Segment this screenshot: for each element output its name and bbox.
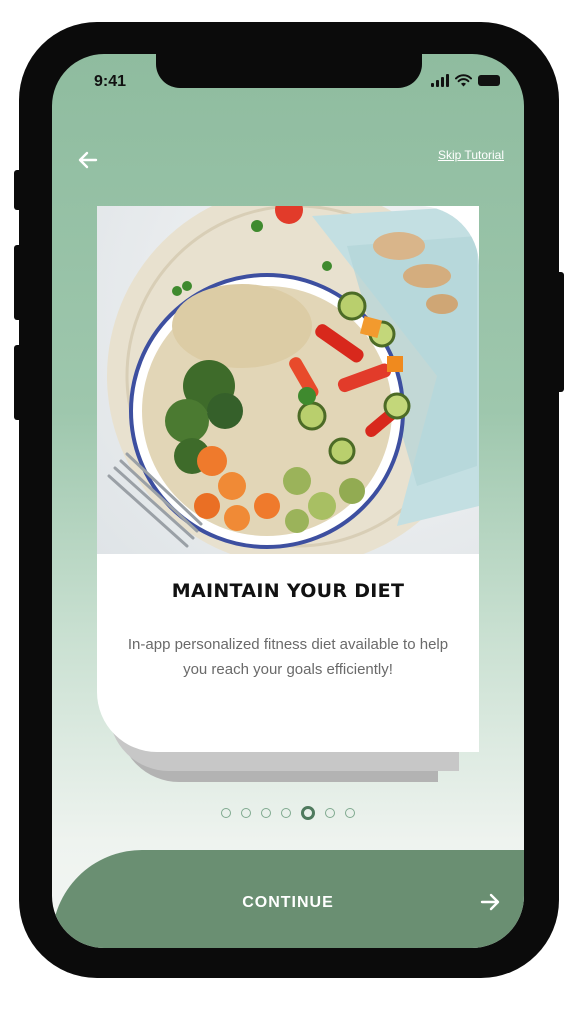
pagination-dot[interactable] <box>261 808 271 818</box>
pagination-dot[interactable] <box>281 808 291 818</box>
phone-screen: 9:41 Skip Tutorial MAINTAIN YOUR DIET In… <box>52 54 524 948</box>
continue-button[interactable]: CONTINUE <box>52 850 524 948</box>
pagination-dot[interactable] <box>345 808 355 818</box>
cellular-signal-icon <box>431 74 449 87</box>
phone-frame: 9:41 Skip Tutorial MAINTAIN YOUR DIET In… <box>19 22 559 978</box>
status-icons <box>431 74 500 87</box>
notch <box>156 54 422 88</box>
pagination-dot[interactable] <box>325 808 335 818</box>
skip-tutorial-link[interactable]: Skip Tutorial <box>438 148 504 162</box>
arrow-left-icon[interactable] <box>76 148 100 172</box>
card-title: MAINTAIN YOUR DIET <box>171 580 405 602</box>
pagination-dot[interactable] <box>221 808 231 818</box>
card-description: In-app personalized fitness diet availab… <box>127 636 449 678</box>
pagination-dot-active[interactable] <box>301 806 315 820</box>
arrow-right-icon[interactable] <box>478 890 502 914</box>
food-bowl-illustration <box>107 206 479 554</box>
status-time: 9:41 <box>94 73 127 90</box>
pagination-dot[interactable] <box>241 808 251 818</box>
tutorial-card-stack: MAINTAIN YOUR DIET In-app personalized f… <box>97 206 479 782</box>
battery-icon <box>478 75 500 86</box>
pagination-dots <box>52 806 524 820</box>
food-bowl-image <box>97 206 479 554</box>
tutorial-card: MAINTAIN YOUR DIET In-app personalized f… <box>97 206 479 752</box>
continue-label: CONTINUE <box>242 894 334 911</box>
wifi-icon <box>455 74 472 87</box>
